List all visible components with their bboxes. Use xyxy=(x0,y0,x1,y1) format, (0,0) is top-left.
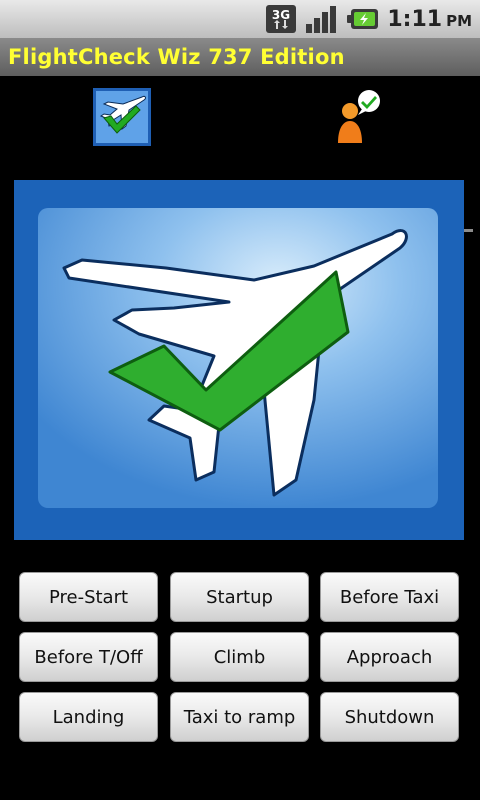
clock: 1:11 PM xyxy=(387,7,472,32)
pre-start-button[interactable]: Pre-Start xyxy=(19,572,158,622)
airplane-check-icon xyxy=(93,88,151,150)
tab-checklists[interactable] xyxy=(0,76,244,162)
approach-button[interactable]: Approach xyxy=(320,632,459,682)
before-takeoff-button[interactable]: Before T/Off xyxy=(19,632,158,682)
person-check-icon xyxy=(336,89,382,149)
shutdown-button[interactable]: Shutdown xyxy=(320,692,459,742)
clock-ampm: PM xyxy=(446,11,472,30)
landing-button[interactable]: Landing xyxy=(19,692,158,742)
startup-button[interactable]: Startup xyxy=(170,572,309,622)
hero-image xyxy=(14,180,464,540)
tab-bar xyxy=(0,76,480,232)
app-title: FlightCheck Wiz 737 Edition xyxy=(8,45,345,69)
before-taxi-button[interactable]: Before Taxi xyxy=(320,572,459,622)
title-bar: FlightCheck Wiz 737 Edition xyxy=(0,38,480,76)
tab-profile[interactable] xyxy=(244,76,473,162)
battery-charging-icon xyxy=(347,4,379,34)
taxi-to-ramp-button[interactable]: Taxi to ramp xyxy=(170,692,309,742)
climb-button[interactable]: Climb xyxy=(170,632,309,682)
status-bar: 3G 1:11 PM xyxy=(0,0,480,38)
signal-strength-icon xyxy=(305,4,339,34)
svg-text:3G: 3G xyxy=(272,8,290,22)
3g-data-icon: 3G xyxy=(265,4,297,34)
airplane-checkmark-logo xyxy=(14,180,464,540)
clock-time: 1:11 xyxy=(387,6,443,32)
